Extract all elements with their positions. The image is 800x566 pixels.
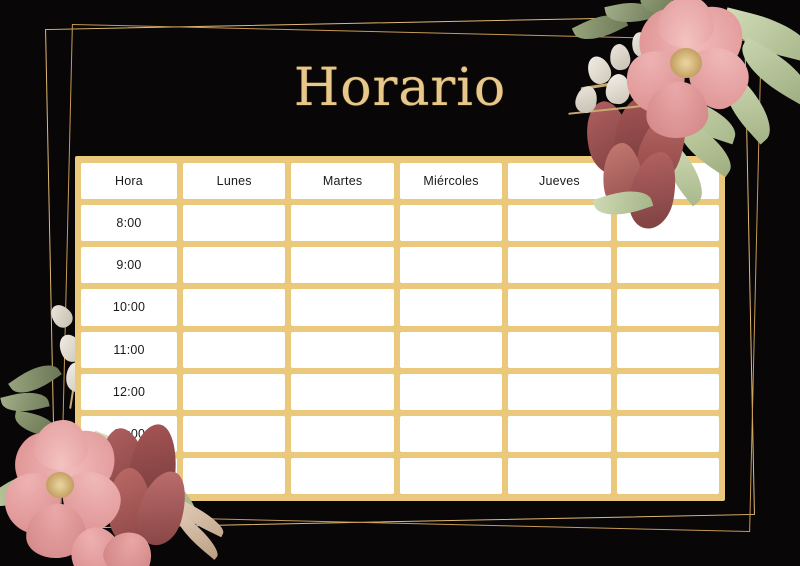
- schedule-cell[interactable]: [399, 205, 503, 242]
- schedule-cell[interactable]: [183, 457, 286, 494]
- schedule-cell[interactable]: [291, 457, 394, 494]
- schedule-cell[interactable]: [508, 205, 611, 242]
- schedule-cell[interactable]: [399, 289, 503, 326]
- schedule-cell[interactable]: [291, 289, 394, 326]
- schedule-cell[interactable]: [616, 457, 720, 494]
- schedule-cell[interactable]: [291, 331, 394, 368]
- table-row: 8:00: [81, 205, 720, 242]
- table-header-row: Hora Lunes Martes Miércoles Jueves Viern…: [81, 163, 720, 200]
- schedule-cell[interactable]: [291, 415, 394, 452]
- schedule-cell[interactable]: [291, 373, 394, 410]
- column-header-miercoles: Miércoles: [399, 163, 503, 200]
- schedule-table: Hora Lunes Martes Miércoles Jueves Viern…: [75, 156, 725, 501]
- row-time-label: 8:00: [81, 205, 177, 242]
- schedule-cell[interactable]: [508, 331, 611, 368]
- schedule-cell[interactable]: [508, 373, 611, 410]
- schedule-cell[interactable]: [508, 415, 611, 452]
- schedule-cell[interactable]: [183, 415, 286, 452]
- schedule-cell[interactable]: [399, 415, 503, 452]
- table-row: 14:00: [81, 457, 720, 494]
- schedule-cell[interactable]: [183, 247, 286, 284]
- schedule-cell[interactable]: [616, 331, 720, 368]
- schedule-cell[interactable]: [616, 415, 720, 452]
- schedule-poster: Horario Hora Lunes Martes Miércoles Juev…: [0, 0, 800, 566]
- schedule-cell[interactable]: [399, 457, 503, 494]
- table-row: 12:00: [81, 373, 720, 410]
- column-header-jueves: Jueves: [508, 163, 611, 200]
- column-header-viernes: Viernes: [616, 163, 720, 200]
- table-row: 11:00: [81, 331, 720, 368]
- row-time-label: 12:00: [81, 373, 177, 410]
- schedule-cell[interactable]: [508, 457, 611, 494]
- column-header-lunes: Lunes: [183, 163, 286, 200]
- schedule-cell[interactable]: [616, 205, 720, 242]
- schedule-cell[interactable]: [291, 247, 394, 284]
- row-time-label: 10:00: [81, 289, 177, 326]
- table-row: 13:00: [81, 415, 720, 452]
- row-time-label: 13:00: [81, 415, 177, 452]
- schedule-cell[interactable]: [616, 373, 720, 410]
- schedule-cell[interactable]: [399, 331, 503, 368]
- row-time-label: 11:00: [81, 331, 177, 368]
- table-row: 9:00: [81, 247, 720, 284]
- schedule-cell[interactable]: [399, 373, 503, 410]
- schedule-cell[interactable]: [183, 205, 286, 242]
- row-time-label: 9:00: [81, 247, 177, 284]
- schedule-cell[interactable]: [183, 289, 286, 326]
- schedule-cell[interactable]: [183, 331, 286, 368]
- schedule-cell[interactable]: [508, 289, 611, 326]
- column-header-martes: Martes: [291, 163, 394, 200]
- page-title: Horario: [293, 58, 507, 118]
- schedule-cell[interactable]: [616, 289, 720, 326]
- table-row: 10:00: [81, 289, 720, 326]
- schedule-cell[interactable]: [508, 247, 611, 284]
- column-header-hora: Hora: [81, 163, 177, 200]
- schedule-cell[interactable]: [291, 205, 394, 242]
- schedule-cell[interactable]: [616, 247, 720, 284]
- schedule-cell[interactable]: [399, 247, 503, 284]
- row-time-label: 14:00: [81, 457, 177, 494]
- schedule-cell[interactable]: [183, 373, 286, 410]
